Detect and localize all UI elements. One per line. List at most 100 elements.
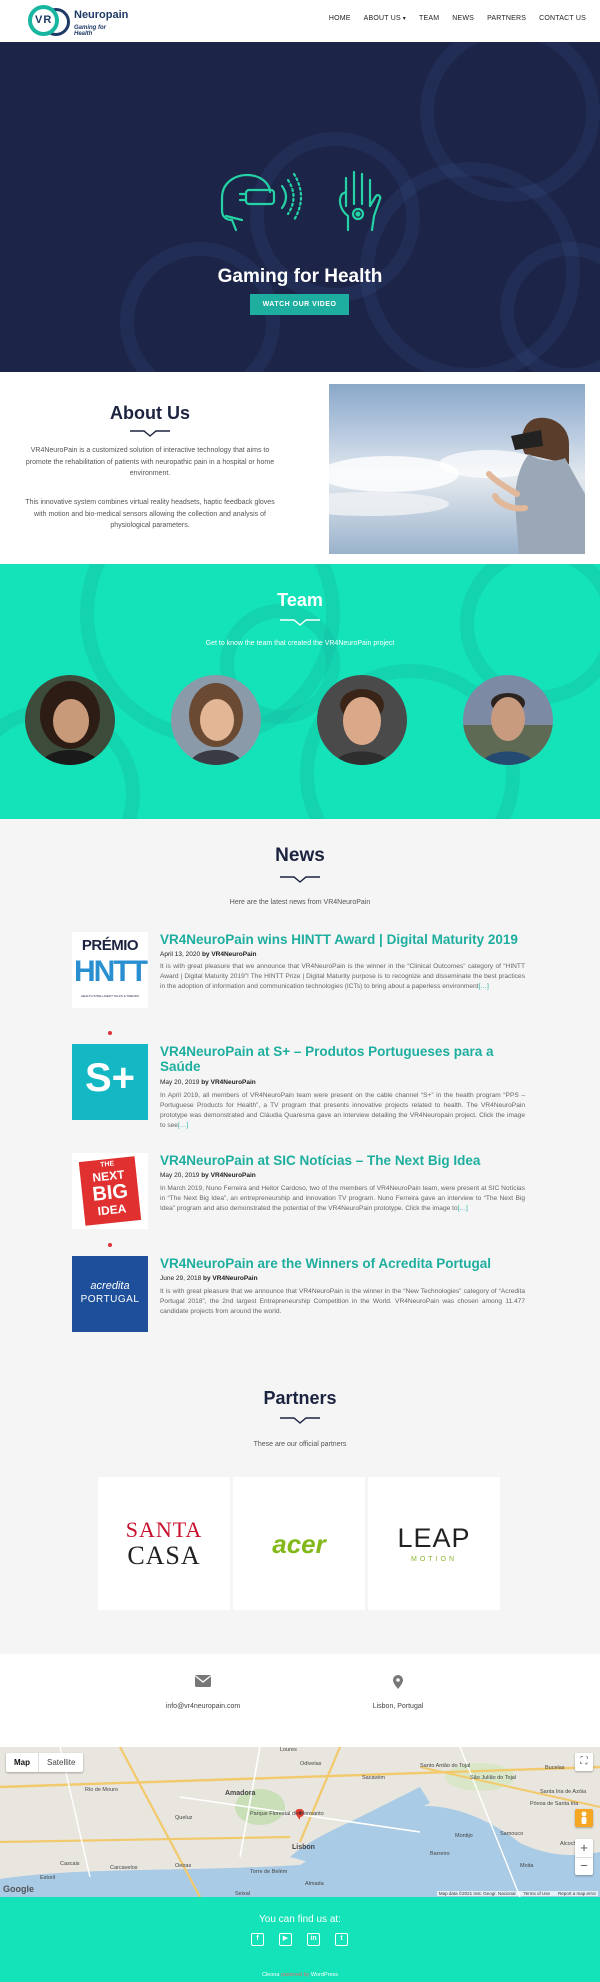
map-place-label: Loures [280, 1747, 297, 1753]
site-logo[interactable]: VR Neuropain Gaming for Health [28, 3, 128, 38]
map-place-label: Estoril [40, 1875, 55, 1881]
map-place-label: Santo Antão do Tojal [420, 1763, 470, 1769]
hero-banner: Gaming for Health WATCH OUR VIDEO [0, 42, 600, 372]
site-footer: You can find us at: f ▶ in t Cleona powe… [0, 1897, 600, 1982]
news-author[interactable]: VR4NeuroPain [211, 1172, 256, 1179]
map-place-label: Parque Florestal de Monsanto [250, 1811, 324, 1817]
pegman-icon[interactable] [575, 1809, 593, 1827]
map-type-map-button[interactable]: Map [6, 1753, 38, 1772]
nav-news[interactable]: NEWS [452, 15, 474, 22]
about-paragraph-1: VR4NeuroPain is a customized solution of… [25, 447, 275, 477]
news-date: April 13, 2020 [160, 951, 201, 958]
zoom-control: + − [575, 1839, 593, 1875]
news-author[interactable]: VR4NeuroPain [211, 1079, 256, 1086]
news-headline[interactable]: VR4NeuroPain wins HINTT Award | Digital … [160, 932, 525, 947]
contact-email[interactable]: info@vr4neuropain.com [123, 1703, 283, 1710]
map-place-label: Carcavelos [110, 1865, 138, 1871]
news-item: PRÉMIO HNTT HEALTH INTELLIGENT TALKS & T… [72, 932, 525, 1022]
google-map[interactable]: Amadora Lisbon Odivelas Sacavém Loures Almada… [0, 1747, 600, 1897]
nav-about-us[interactable]: ABOUT US [364, 15, 406, 22]
nav-partners[interactable]: PARTNERS [487, 15, 526, 22]
map-type-satellite-button[interactable]: Satellite [38, 1753, 83, 1772]
news-excerpt-text: It is with great pleasure that we announ… [160, 963, 525, 990]
read-more-link[interactable]: […] [178, 1122, 188, 1129]
vr-woman-illustration [329, 417, 585, 554]
nav-contact-us[interactable]: CONTACT US [539, 15, 586, 22]
thumb-badge: THE NEXT BIG IDEA [78, 1156, 142, 1226]
zoom-out-icon[interactable]: − [575, 1857, 593, 1875]
news-date: June 29, 2018 [160, 1275, 202, 1282]
envelope-icon [195, 1675, 211, 1687]
location-pin-icon [393, 1675, 403, 1689]
news-item: THE NEXT BIG IDEA VR4NeuroPain at SIC No… [72, 1153, 525, 1233]
partner-logo-acer[interactable]: acer [233, 1477, 365, 1610]
team-member-avatar[interactable] [25, 675, 115, 765]
news-headline[interactable]: VR4NeuroPain at S+ – Produtos Portuguese… [160, 1044, 525, 1074]
watch-video-button[interactable]: WATCH OUR VIDEO [250, 294, 349, 315]
team-member-avatar[interactable] [171, 675, 261, 765]
team-subtitle: Get to know the team that created the VR… [205, 640, 395, 647]
map-place-label: Amadora [225, 1790, 255, 1797]
nav-home[interactable]: HOME [329, 15, 351, 22]
member-photo [463, 675, 553, 765]
thumb-text: S+ [84, 1056, 136, 1100]
map-place-label: Santa Iria de Azóia [540, 1789, 587, 1795]
map-data-credit: Map data ©2021 Inst. Geogr. Nacional [438, 1891, 516, 1896]
partner-logo-text: SANTA [125, 1517, 203, 1542]
timeline-dot [108, 1243, 112, 1247]
map-place-label: Moita [520, 1863, 534, 1869]
news-thumbnail-acredita[interactable]: acredita PORTUGAL [72, 1256, 148, 1332]
read-more-link[interactable]: […] [458, 1205, 468, 1212]
about-section: About Us VR4NeuroPain is a customized so… [0, 372, 600, 564]
news-headline[interactable]: VR4NeuroPain at SIC Notícias – The Next … [160, 1153, 525, 1168]
team-member-avatar[interactable] [463, 675, 553, 765]
map-place-label: Montijo [455, 1833, 473, 1839]
news-meta: June 29, 2018 by VR4NeuroPain [160, 1275, 258, 1282]
youtube-icon[interactable]: ▶ [279, 1933, 292, 1946]
news-author[interactable]: VR4NeuroPain [212, 1275, 257, 1282]
news-thumbnail-splus[interactable]: S+ [72, 1044, 148, 1120]
news-excerpt: It is with great pleasure that we announ… [160, 1288, 525, 1315]
about-title: About Us [110, 403, 190, 423]
chevron-divider-icon [280, 876, 320, 883]
team-member-avatar[interactable] [317, 675, 407, 765]
partner-logo-text: acer [272, 1529, 326, 1559]
thumb-text: PRÉMIO [81, 937, 139, 954]
timeline-dot [108, 1031, 112, 1035]
news-thumbnail-hintt[interactable]: PRÉMIO HNTT HEALTH INTELLIGENT TALKS & T… [72, 932, 148, 1008]
main-menu: HOME ABOUT US TEAM NEWS PARTNERS CONTACT… [329, 15, 586, 22]
partner-logo-santa-casa[interactable]: SANTA CASA [98, 1477, 230, 1610]
read-more-link[interactable]: […] [479, 983, 489, 990]
map-terms-link[interactable]: Terms of Use [523, 1891, 550, 1896]
news-thumbnail-nextbig[interactable]: THE NEXT BIG IDEA [72, 1153, 148, 1229]
partners-title: Partners [263, 1388, 337, 1408]
partner-logo-leap-motion[interactable]: LEAP MOTION [368, 1477, 500, 1610]
map-place-label: Torre de Belém [250, 1869, 288, 1875]
map-place-label: Póvoa de Santa Iria [530, 1801, 579, 1807]
linkedin-icon[interactable]: in [307, 1933, 320, 1946]
haptic-glove-icon [338, 170, 382, 232]
thumb-text: PORTUGAL [80, 1294, 140, 1305]
map-report-link[interactable]: Report a map error [558, 1891, 596, 1896]
news-by: by [201, 1079, 209, 1086]
social-links: f ▶ in t [251, 1933, 348, 1946]
map-type-control: Map Satellite [6, 1753, 84, 1772]
map-place-label: Odivelas [300, 1761, 322, 1767]
news-headline[interactable]: VR4NeuroPain are the Winners of Acredita… [160, 1256, 525, 1271]
thumb-caption: HEALTH INTELLIGENT TALKS & TRENDS [81, 994, 139, 998]
thumb-text: HNTT [74, 955, 148, 988]
map-attribution: Map data ©2021 Inst. Geogr. Nacional Ter… [436, 1891, 598, 1896]
news-by: by [201, 1172, 209, 1179]
map-place-label: Sacavém [362, 1775, 385, 1781]
twitter-icon[interactable]: t [335, 1933, 348, 1946]
chevron-divider-icon [280, 619, 320, 626]
partners-subtitle: These are our official partners [253, 1441, 347, 1448]
map-place-label: Queluz [175, 1815, 193, 1821]
news-author[interactable]: VR4NeuroPain [211, 951, 256, 958]
facebook-icon[interactable]: f [251, 1933, 264, 1946]
google-logo[interactable]: Google [3, 1884, 34, 1894]
fullscreen-icon[interactable]: ⛶ [575, 1753, 593, 1771]
nav-team[interactable]: TEAM [419, 15, 439, 22]
news-date: May 20, 2019 [160, 1172, 200, 1179]
zoom-in-icon[interactable]: + [575, 1839, 593, 1857]
